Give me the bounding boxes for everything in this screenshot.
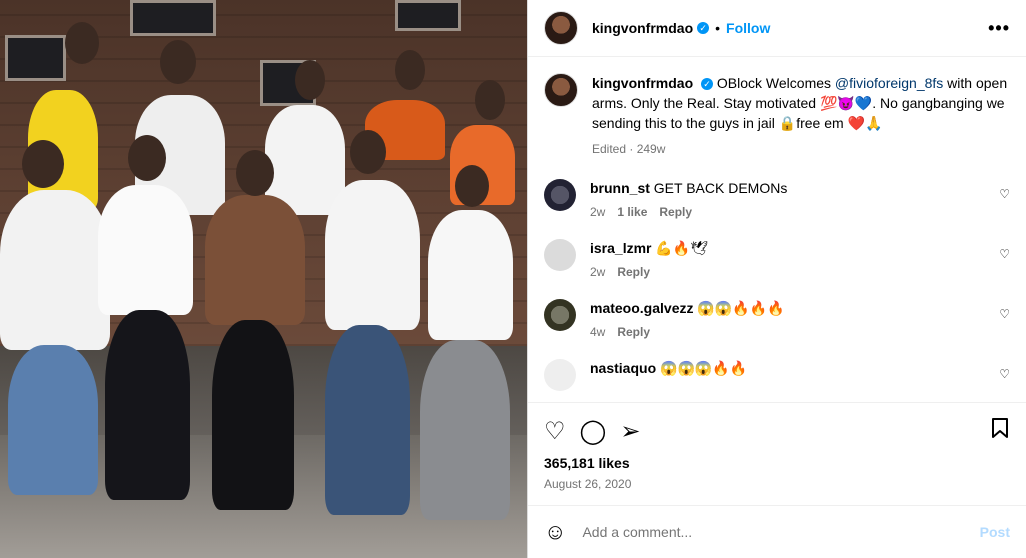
person-head bbox=[65, 22, 99, 64]
heart-icon[interactable]: ♡ bbox=[999, 307, 1010, 321]
comment-text: GET BACK DEMONs bbox=[653, 180, 788, 196]
heart-icon[interactable]: ♡ bbox=[999, 367, 1010, 381]
building-window bbox=[395, 0, 461, 31]
comment-username[interactable]: isra_lzmr bbox=[590, 240, 651, 256]
reply-button[interactable]: Reply bbox=[617, 265, 650, 279]
comment-item: brunn_st GET BACK DEMONs 2w 1 like Reply ♡ bbox=[544, 179, 1010, 219]
comment-username[interactable]: mateoo.galvezz bbox=[590, 300, 693, 316]
comment-time: 2w bbox=[590, 205, 606, 219]
heart-icon[interactable]: ♡ bbox=[544, 417, 566, 446]
heart-icon[interactable]: ♡ bbox=[999, 187, 1010, 201]
person bbox=[325, 180, 420, 330]
post-panel: kingvonfrmdao ✓ • Follow ••• kingvonfrmd… bbox=[527, 0, 1026, 558]
share-icon[interactable]: ➢ bbox=[620, 417, 640, 446]
avatar[interactable] bbox=[544, 73, 578, 107]
bookmark-icon[interactable] bbox=[990, 417, 1010, 446]
comment-username[interactable]: brunn_st bbox=[590, 180, 650, 196]
more-options-icon[interactable]: ••• bbox=[988, 18, 1010, 39]
comment-likes[interactable]: 1 like bbox=[617, 205, 647, 219]
person bbox=[205, 195, 305, 325]
caption-username[interactable]: kingvonfrmdao bbox=[592, 75, 693, 91]
person-head bbox=[295, 60, 325, 100]
comment-icon[interactable]: ◯ bbox=[580, 417, 607, 446]
verified-icon: ✓ bbox=[697, 22, 710, 34]
comment-text: 💪🔥🕊 bbox=[655, 240, 709, 256]
add-comment-bar: ☺ Post bbox=[528, 505, 1026, 558]
post-date: August 26, 2020 bbox=[544, 477, 632, 491]
comment-item: nastiaquo 😱😱😱🔥🔥 ♡ bbox=[544, 359, 1010, 391]
caption: kingvonfrmdao ✓ OBlock Welcomes @fiviofo… bbox=[544, 73, 1010, 159]
person bbox=[428, 210, 513, 340]
post-photo[interactable] bbox=[0, 0, 527, 558]
emoji-icon[interactable]: ☺ bbox=[544, 519, 566, 545]
comment-text: 😱😱🔥🔥🔥 bbox=[697, 300, 785, 316]
comment-time: 2w bbox=[590, 265, 606, 279]
caption-prefix: OBlock Welcomes bbox=[716, 75, 835, 91]
person bbox=[0, 190, 110, 350]
person-head bbox=[350, 130, 386, 174]
reply-button[interactable]: Reply bbox=[617, 325, 650, 339]
person-head bbox=[160, 40, 196, 84]
building-window bbox=[130, 0, 216, 36]
verified-icon: ✓ bbox=[701, 78, 714, 91]
header-username[interactable]: kingvonfrmdao bbox=[592, 20, 693, 36]
post-header: kingvonfrmdao ✓ • Follow ••• bbox=[528, 0, 1026, 57]
post-button[interactable]: Post bbox=[980, 524, 1010, 540]
comment-item: isra_lzmr 💪🔥🕊 2w Reply ♡ bbox=[544, 239, 1010, 279]
avatar[interactable] bbox=[544, 11, 578, 45]
comments-scroll[interactable]: kingvonfrmdao ✓ OBlock Welcomes @fiviofo… bbox=[528, 57, 1026, 402]
person-legs bbox=[420, 340, 510, 520]
person-legs bbox=[105, 310, 190, 500]
post-view: kingvonfrmdao ✓ • Follow ••• kingvonfrmd… bbox=[0, 0, 1026, 558]
edited-label: Edited · 249w bbox=[592, 142, 666, 156]
comment-item: mateoo.galvezz 😱😱🔥🔥🔥 4w Reply ♡ bbox=[544, 299, 1010, 339]
person-head bbox=[22, 140, 64, 188]
person-head bbox=[128, 135, 166, 181]
person bbox=[98, 185, 193, 315]
person-head bbox=[475, 80, 505, 120]
comment-text: 😱😱😱🔥🔥 bbox=[660, 360, 748, 376]
person-head bbox=[236, 150, 274, 196]
avatar[interactable] bbox=[544, 299, 576, 331]
follow-button[interactable]: Follow bbox=[726, 20, 770, 36]
avatar[interactable] bbox=[544, 179, 576, 211]
caption-text: kingvonfrmdao ✓ OBlock Welcomes @fiviofo… bbox=[592, 73, 1010, 159]
person-head bbox=[395, 50, 425, 90]
comment-time: 4w bbox=[590, 325, 606, 339]
reply-button[interactable]: Reply bbox=[659, 205, 692, 219]
caption-mention[interactable]: @fivioforeign_8fs bbox=[835, 75, 943, 91]
person-legs bbox=[212, 320, 294, 510]
action-bar: ♡ ◯ ➢ 365,181 likes August 26, 2020 bbox=[528, 402, 1026, 491]
person-legs bbox=[325, 325, 410, 515]
person-head bbox=[455, 165, 489, 207]
person-legs bbox=[8, 345, 98, 495]
avatar[interactable] bbox=[544, 359, 576, 391]
heart-icon[interactable]: ♡ bbox=[999, 247, 1010, 261]
avatar[interactable] bbox=[544, 239, 576, 271]
separator-dot: • bbox=[715, 20, 721, 36]
comment-input[interactable] bbox=[580, 523, 980, 541]
comment-username[interactable]: nastiaquo bbox=[590, 360, 656, 376]
building-window bbox=[5, 35, 66, 81]
likes-count[interactable]: 365,181 likes bbox=[544, 455, 1010, 471]
